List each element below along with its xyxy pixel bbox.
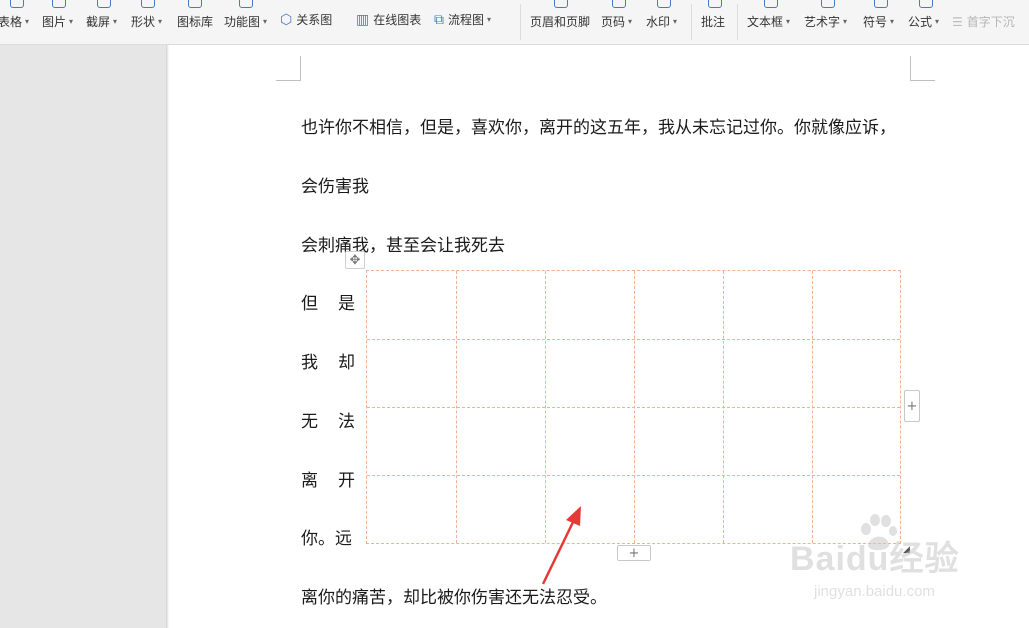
icon-library-label: 图标库 bbox=[177, 15, 214, 29]
icon-library-icon bbox=[186, 0, 204, 12]
omega-icon bbox=[872, 0, 890, 12]
toolbar-separator bbox=[737, 4, 738, 40]
flowchart-icon: ⧉ bbox=[434, 11, 444, 28]
paragraph-1[interactable]: 也许你不相信，但是，喜欢你，离开的这五年，我从未忘记过你。你就像应诉， bbox=[301, 113, 896, 138]
chevron-down-icon: ▾ bbox=[69, 17, 74, 26]
drop-cap-icon: ☰ bbox=[952, 14, 963, 29]
drop-cap-label: 首字下沉 bbox=[966, 15, 1015, 29]
watermark-icon bbox=[655, 0, 673, 12]
comment-button[interactable]: 批注 bbox=[700, 0, 730, 44]
side-text-line[interactable]: 但是 bbox=[301, 289, 375, 314]
shapes-label: 形状 bbox=[131, 15, 156, 29]
add-column-button[interactable]: + bbox=[904, 390, 920, 422]
page-number-label: 页码 bbox=[601, 15, 626, 29]
flowchart-button[interactable]: ⧉ 流程图 ▾ bbox=[434, 0, 504, 44]
relation-chart-button[interactable]: ⬡ 关系图 bbox=[280, 0, 340, 44]
function-chart-button[interactable]: 功能图 ▾ bbox=[223, 0, 269, 44]
table-move-handle-icon[interactable]: ✥ bbox=[345, 251, 365, 269]
screenshot-button[interactable]: 截屏 ▾ bbox=[86, 0, 122, 44]
header-footer-button[interactable]: 页眉和页脚 bbox=[528, 0, 594, 44]
shapes-button[interactable]: 形状 ▾ bbox=[130, 0, 166, 44]
wordart-label: 艺术字 bbox=[804, 15, 841, 29]
online-chart-label: 在线图表 bbox=[373, 13, 422, 27]
table-row-divider bbox=[367, 475, 900, 476]
chevron-down-icon: ▾ bbox=[935, 17, 940, 26]
textbox-button[interactable]: 文本框 ▾ bbox=[746, 0, 796, 44]
picture-icon bbox=[50, 0, 68, 12]
crop-mark-top-right bbox=[910, 56, 935, 81]
paragraph-3[interactable]: 会刺痛我，甚至会让我死去 bbox=[301, 231, 505, 256]
online-chart-button[interactable]: ▥ 在线图表 bbox=[356, 0, 428, 44]
chevron-down-icon: ▾ bbox=[890, 17, 895, 26]
side-text-line[interactable]: 我却 bbox=[301, 348, 375, 373]
insert-picture-label: 图片 bbox=[42, 15, 67, 29]
watermark-label: 水印 bbox=[646, 15, 671, 29]
shapes-icon bbox=[139, 0, 157, 12]
drop-cap-button[interactable]: ☰ 首字下沉 bbox=[952, 0, 1029, 44]
function-chart-label: 功能图 bbox=[224, 15, 261, 29]
flowchart-label: 流程图 bbox=[448, 13, 485, 27]
paragraph-last[interactable]: 离你的痛苦，却比被你伤害还无法忍受。 bbox=[301, 583, 607, 608]
insert-table-button[interactable]: 表格 ▾ bbox=[0, 0, 34, 44]
symbol-button[interactable]: 符号 ▾ bbox=[862, 0, 900, 44]
icon-library-button[interactable]: 图标库 bbox=[176, 0, 214, 44]
comment-label: 批注 bbox=[701, 15, 726, 29]
chevron-down-icon: ▾ bbox=[487, 15, 492, 24]
toolbar-separator bbox=[520, 4, 521, 40]
side-text-line[interactable]: 无法 bbox=[301, 407, 375, 432]
side-text-line[interactable]: 你。远 bbox=[301, 524, 352, 549]
formula-label: 公式 bbox=[908, 15, 933, 29]
ribbon-toolbar: 表格 ▾ 图片 ▾ 截屏 ▾ 形状 ▾ 图标库 功能图 ▾ ⬡ 关系图 ▥ 在线图表 ⧉ 流程图… bbox=[0, 0, 1029, 45]
chevron-down-icon: ▾ bbox=[786, 17, 791, 26]
formula-icon bbox=[917, 0, 935, 12]
table-row-divider bbox=[367, 407, 900, 408]
relation-chart-icon: ⬡ bbox=[280, 11, 293, 28]
scissors-icon bbox=[95, 0, 113, 12]
insert-table-label: 表格 bbox=[0, 15, 23, 29]
watermark-brand: Baidu经验 bbox=[790, 540, 960, 578]
toolbar-separator bbox=[691, 4, 692, 40]
page-number-icon bbox=[610, 0, 628, 12]
header-footer-label: 页眉和页脚 bbox=[530, 15, 591, 29]
table-icon bbox=[8, 0, 26, 12]
baidu-watermark: Baidu经验 jingyan.baidu.com bbox=[788, 513, 1020, 613]
side-text-line[interactable]: 离开 bbox=[301, 466, 375, 491]
textbox-label: 文本框 bbox=[747, 15, 784, 29]
formula-button[interactable]: 公式 ▾ bbox=[907, 0, 945, 44]
insert-picture-button[interactable]: 图片 ▾ bbox=[40, 0, 78, 44]
document-table[interactable] bbox=[366, 270, 901, 544]
screenshot-label: 截屏 bbox=[86, 15, 111, 29]
add-row-button[interactable]: + bbox=[617, 545, 651, 561]
header-footer-icon bbox=[552, 0, 570, 12]
paragraph-2[interactable]: 会伤害我 bbox=[301, 172, 369, 197]
wordart-icon bbox=[819, 0, 837, 12]
table-row-divider bbox=[367, 339, 900, 340]
chevron-down-icon: ▾ bbox=[25, 17, 30, 26]
symbol-label: 符号 bbox=[863, 15, 888, 29]
page-number-button[interactable]: 页码 ▾ bbox=[600, 0, 638, 44]
relation-chart-label: 关系图 bbox=[296, 13, 333, 27]
crop-mark-top-left bbox=[276, 56, 301, 81]
chevron-down-icon: ▾ bbox=[628, 17, 633, 26]
wordart-button[interactable]: 艺术字 ▾ bbox=[803, 0, 853, 44]
chevron-down-icon: ▾ bbox=[843, 17, 848, 26]
watermark-url: jingyan.baidu.com bbox=[814, 583, 935, 600]
watermark-button[interactable]: 水印 ▾ bbox=[645, 0, 683, 44]
bar-chart-icon: ▥ bbox=[356, 11, 370, 28]
comment-icon bbox=[706, 0, 724, 12]
function-chart-icon bbox=[237, 0, 255, 12]
chevron-down-icon: ▾ bbox=[113, 17, 118, 26]
chevron-down-icon: ▾ bbox=[673, 17, 678, 26]
chevron-down-icon: ▾ bbox=[158, 17, 163, 26]
textbox-icon bbox=[762, 0, 780, 12]
chevron-down-icon: ▾ bbox=[263, 17, 268, 26]
